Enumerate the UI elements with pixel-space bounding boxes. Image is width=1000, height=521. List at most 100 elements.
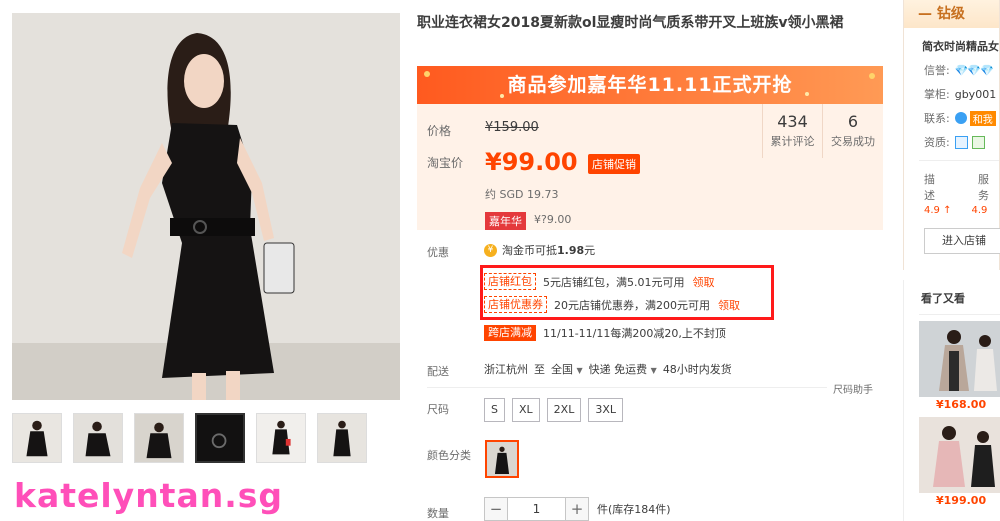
main-product-image[interactable] (12, 13, 400, 400)
stock-text: 件(库存184件) (597, 503, 671, 516)
coupon-shop-redpacket: 店铺红包 5元店铺红包，满5.01元可用 领取 (484, 273, 715, 290)
color-label: 颜色分类 (427, 449, 471, 462)
quantity-label: 数量 (427, 507, 449, 520)
quantity-stepper: − 1 + 件(库存184件) (484, 497, 671, 521)
ship-time: 48小时内发货 (662, 363, 732, 376)
coupon-shop-voucher: 店铺优惠券 20元店铺优惠券，满200元可用 领取 (484, 296, 740, 313)
taobao-price-label: 淘宝价 (427, 156, 464, 170)
deals-count: 6 (847, 112, 859, 131)
review-count: 434 (777, 112, 808, 131)
coupon-text: 5元店铺红包，满5.01元可用 (543, 275, 685, 289)
thumbnail-2[interactable] (73, 413, 123, 463)
chevron-down-icon: ▼ (576, 366, 583, 375)
shop-credit-row: 信誉: 💎💎💎 (904, 62, 999, 78)
wangwang-icon[interactable] (954, 112, 967, 124)
ship-from: 浙江杭州 (484, 363, 528, 376)
claim-redpacket-link[interactable]: 领取 (693, 274, 715, 290)
thumbnail-3[interactable] (134, 413, 184, 463)
product-title: 职业连衣裙女2018夏新款ol显瘦时尚气质系带开叉上班族v领小黑裙 (417, 15, 844, 31)
thumbnail-6[interactable] (317, 413, 367, 463)
color-option-selected[interactable] (485, 440, 519, 478)
ship-method: 快递 免运费 (588, 363, 648, 376)
size-option-s[interactable]: S (484, 398, 505, 422)
coin-amount: 1.98 (557, 243, 585, 257)
license-icon[interactable] (954, 135, 968, 149)
review-count-stat[interactable]: 434 累计评论 (763, 104, 823, 158)
diamond-icon: 💎💎💎 (954, 63, 994, 77)
offers-label: 优惠 (427, 246, 449, 259)
also-viewed-price: ¥168.00 (936, 398, 987, 411)
divider (919, 314, 1000, 315)
size-options: S XL 2XL 3XL (484, 398, 623, 422)
shop-name[interactable]: 简衣时尚精品女 (904, 28, 999, 54)
desc-score-label: 描述 (924, 173, 935, 202)
quantity-input[interactable]: 1 (508, 497, 565, 521)
coupon-tag: 店铺优惠券 (484, 296, 547, 313)
review-count-label: 累计评论 (770, 135, 815, 148)
chevron-down-icon: ▼ (650, 366, 657, 375)
shop-promo-badge: 店铺促销 (588, 154, 640, 174)
cross-store-text: 11/11-11/11每满200减20,上不封顶 (543, 327, 726, 340)
size-label: 尺码 (427, 403, 449, 416)
divider (919, 160, 999, 161)
sgd-price: 约 SGD 19.73 (485, 188, 559, 201)
also-viewed-image[interactable] (919, 417, 1000, 493)
also-viewed-image[interactable] (919, 321, 1000, 397)
also-viewed-price: ¥199.00 (936, 494, 987, 507)
deals-count-label: 交易成功 (831, 135, 875, 148)
size-option-2xl[interactable]: 2XL (546, 398, 582, 422)
also-viewed-item-1[interactable]: ¥168.00 (919, 321, 1000, 411)
size-option-3xl[interactable]: 3XL (588, 398, 623, 422)
shop-qualification-row: 资质: (904, 134, 999, 150)
shop-contact-row: 联系: 和我 (904, 110, 999, 126)
thumbnail-strip (12, 413, 378, 463)
thumbnail-1[interactable] (12, 413, 62, 463)
also-viewed-panel: 看了又看 ¥168.00 ¥199.00 (903, 280, 1000, 521)
delivery-label: 配送 (427, 365, 449, 378)
coin-icon: ¥ (484, 243, 497, 257)
increase-button[interactable]: + (565, 497, 589, 521)
size-helper-link[interactable]: 尺码助手 (833, 381, 873, 396)
qualification-label: 资质: (924, 136, 950, 149)
decrease-button[interactable]: − (484, 497, 508, 521)
service-score: 4.9 (971, 205, 988, 216)
size-option-xl[interactable]: XL (511, 398, 540, 422)
coin-unit: 元 (584, 244, 596, 257)
thumbnail-5[interactable] (256, 413, 306, 463)
original-price: ¥159.00 (485, 120, 539, 135)
cross-store-tag: 跨店满减 (484, 325, 536, 341)
coupon-text: 20元店铺优惠券，满200元可用 (554, 298, 710, 312)
coin-text: 淘金币可抵 (502, 244, 557, 257)
desc-score: 4.9 ↑ (924, 205, 952, 216)
deals-count-stat[interactable]: 6 交易成功 (823, 104, 883, 158)
coupon-tag: 店铺红包 (484, 273, 536, 290)
enter-shop-button[interactable]: 进入店铺 (924, 228, 1000, 254)
current-price: ¥99.00 (485, 148, 578, 176)
carnival-badge: 嘉年华 (485, 212, 526, 230)
also-viewed-title: 看了又看 (921, 292, 965, 305)
contact-label: 联系: (924, 112, 950, 125)
sales-stats: 434 累计评论 6 交易成功 (762, 104, 883, 158)
taobao-coin-offer: ¥ 淘金币可抵 1.98 元 (484, 242, 595, 258)
price-label: 价格 (427, 124, 452, 138)
promo-banner-text: 商品参加嘉年华11.11正式开抢 (507, 74, 793, 96)
ship-method-select[interactable]: 快递 免运费 ▼ (589, 361, 657, 377)
keeper-name[interactable]: gby001 (955, 88, 996, 101)
service-score-label: 服务 (978, 173, 989, 202)
claim-voucher-link[interactable]: 领取 (718, 297, 740, 313)
contact-seller-button[interactable]: 和我 (969, 110, 996, 126)
cross-store-discount: 跨店满减 11/11-11/11每满200减20,上不封顶 (484, 325, 726, 341)
shop-score-labels: 描述 服务 (904, 171, 999, 203)
thumbnail-4-selected[interactable] (195, 413, 245, 463)
certification-icon[interactable] (971, 135, 985, 149)
shop-keeper-row: 掌柜: gby001 (904, 86, 999, 102)
ship-to-select[interactable]: 全国 ▼ (551, 361, 583, 377)
ship-to-word: 至 (534, 363, 545, 376)
ship-to: 全国 (551, 363, 573, 376)
promo-banner[interactable]: 商品参加嘉年华11.11正式开抢 (417, 66, 883, 104)
also-viewed-item-2[interactable]: ¥199.00 (919, 417, 1000, 507)
divider (427, 387, 827, 388)
shop-score-values: 4.9 ↑ 4.9 (904, 205, 999, 216)
shop-panel: — 钻级 简衣时尚精品女 信誉: 💎💎💎 掌柜: gby001 联系: 和我 资… (903, 0, 1000, 270)
shop-level-header: — 钻级 (904, 0, 999, 28)
